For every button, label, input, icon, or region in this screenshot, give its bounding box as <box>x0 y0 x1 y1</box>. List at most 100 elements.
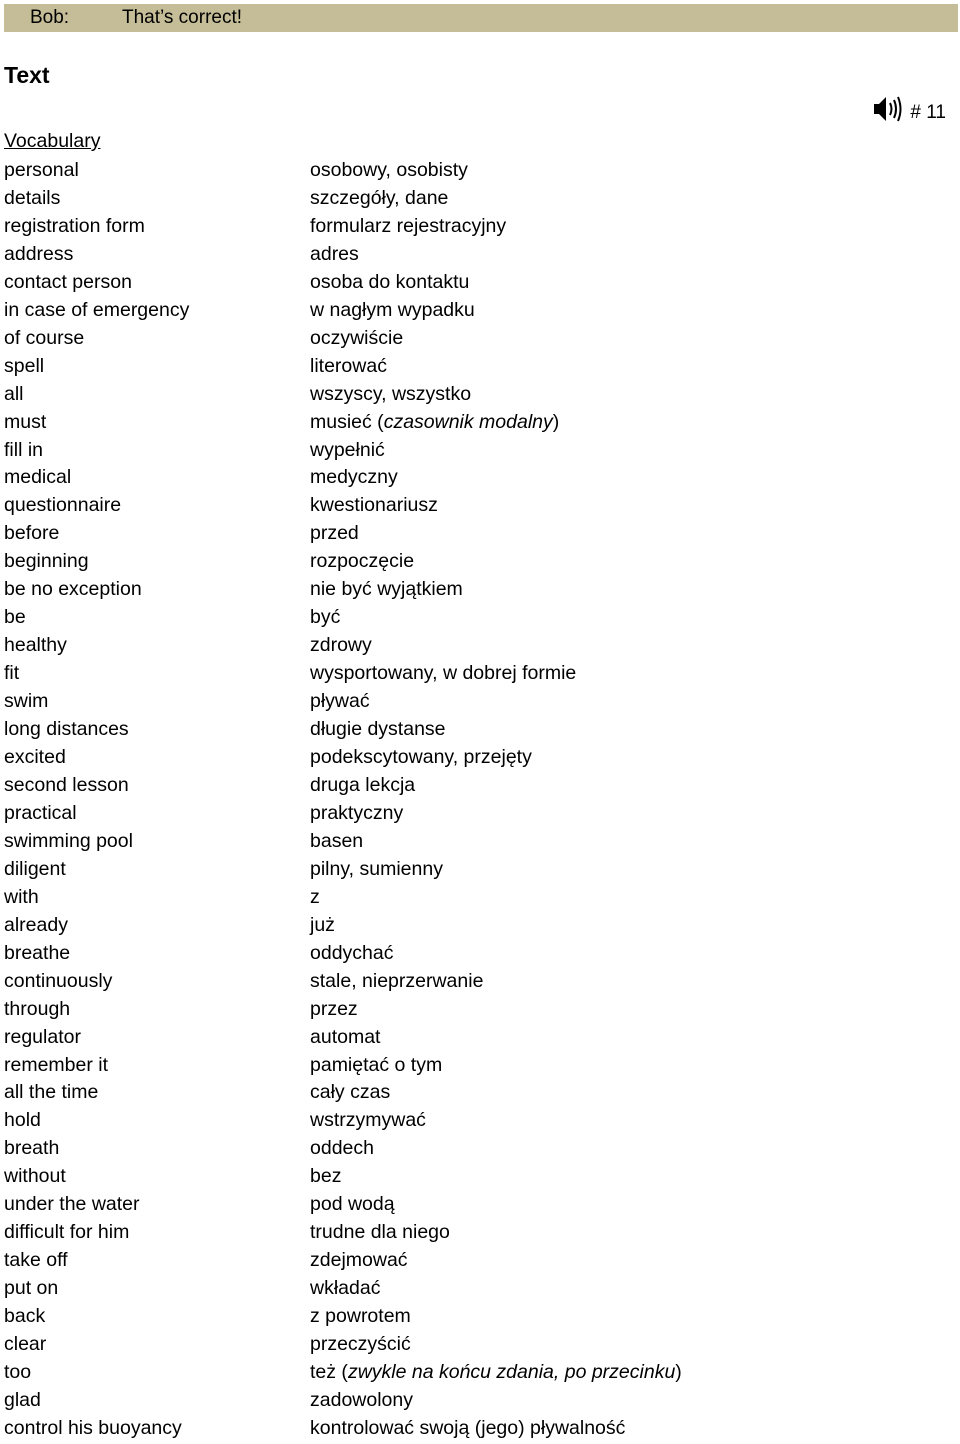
polish-translation: druga lekcja <box>310 772 415 800</box>
track-number: # 11 <box>910 102 946 123</box>
polish-translation: długie dystanse <box>310 716 446 744</box>
translation-text: szczegóły, dane <box>310 186 449 209</box>
translation-text: rozpoczęcie <box>310 550 415 573</box>
translation-text: stale, nieprzerwanie <box>310 969 484 992</box>
polish-translation: rozpoczęcie <box>310 548 414 576</box>
polish-translation: pod wodą <box>310 1191 395 1219</box>
polish-translation: szczegóły, dane <box>310 185 448 213</box>
english-term: back <box>4 1305 46 1328</box>
translation-text: zadowolony <box>310 1388 413 1411</box>
translation-note: czasownik modalny <box>383 410 553 433</box>
translation-text: osoba do kontaktu <box>310 270 470 293</box>
english-term: questionnaire <box>4 494 122 517</box>
translation-text: musieć ( <box>310 410 384 433</box>
english-term: spell <box>4 354 45 377</box>
polish-translation: w nagłym wypadku <box>310 297 475 325</box>
translation-text: trudne dla niego <box>310 1221 450 1244</box>
translation-text-end: ) <box>675 1360 682 1383</box>
polish-translation: osobowy, osobisty <box>310 157 468 185</box>
english-term: in case of emergency <box>4 298 190 321</box>
english-term: breathe <box>4 941 71 964</box>
polish-translation: pamiętać o tym <box>310 1052 442 1080</box>
english-term: excited <box>4 746 66 769</box>
polish-translation: automat <box>310 1024 380 1052</box>
polish-translation: z powrotem <box>310 1303 411 1331</box>
polish-translation: wstrzymywać <box>310 1107 426 1135</box>
translation-text: wysportowany, w dobrej formie <box>310 662 577 685</box>
polish-translation: nie być wyjątkiem <box>310 576 463 604</box>
translation-text: też ( <box>310 1360 348 1383</box>
polish-translation: formularz rejestracyjny <box>310 213 506 241</box>
english-term: personal <box>4 159 79 181</box>
translation-text: medyczny <box>310 466 398 489</box>
translation-text: osobowy, osobisty <box>310 159 468 181</box>
polish-translation: z <box>310 884 320 912</box>
translation-text: praktyczny <box>310 801 404 824</box>
english-term: fill in <box>4 438 44 461</box>
translation-text: adres <box>310 242 359 265</box>
translation-text: oddech <box>310 1137 374 1160</box>
english-term: all the time <box>4 1081 99 1104</box>
english-term: details <box>4 186 61 209</box>
polish-translation: basen <box>310 828 363 856</box>
translation-text: z powrotem <box>310 1305 411 1328</box>
translation-text: pilny, sumienny <box>310 857 443 880</box>
audio-track[interactable]: # 11 <box>872 94 946 124</box>
polish-translation: medyczny <box>310 464 398 492</box>
translation-text: wstrzymywać <box>310 1109 426 1132</box>
polish-translation: pilny, sumienny <box>310 856 443 884</box>
translation-text: pamiętać o tym <box>310 1053 443 1076</box>
translation-text: literować <box>310 354 387 377</box>
english-term: already <box>4 913 68 936</box>
polish-translation: stale, nieprzerwanie <box>310 968 483 996</box>
english-term: must <box>4 410 47 433</box>
translation-text: formularz rejestracyjny <box>310 214 507 237</box>
polish-translation: cały czas <box>310 1079 390 1107</box>
polish-translation: podekscytowany, przejęty <box>310 744 532 772</box>
speaker-icon[interactable] <box>872 94 908 124</box>
english-term: put on <box>4 1277 59 1300</box>
dialog-text: That’s correct! <box>122 7 243 28</box>
polish-translation: osoba do kontaktu <box>310 269 469 297</box>
english-term: take off <box>4 1249 68 1272</box>
polish-translation: zdrowy <box>310 632 372 660</box>
english-term: fit <box>4 662 20 685</box>
polish-translation: kontrolować swoją (jego) pływalność <box>310 1415 625 1443</box>
polish-translation: trudne dla niego <box>310 1219 450 1247</box>
translation-note: zwykle na końcu zdania, po przecinku <box>347 1360 676 1383</box>
english-term: registration form <box>4 214 145 237</box>
translation-text: z <box>310 885 320 908</box>
polish-translation: już <box>310 912 335 940</box>
translation-text: przeczyścić <box>310 1333 411 1356</box>
english-term: too <box>4 1360 32 1383</box>
english-term: medical <box>4 466 72 489</box>
english-term: swim <box>4 690 49 713</box>
polish-translation: przez <box>310 996 358 1024</box>
polish-translation: bez <box>310 1163 341 1191</box>
translation-text: nie być wyjątkiem <box>310 578 463 601</box>
translation-text: oczywiście <box>310 326 404 349</box>
translation-text: w nagłym wypadku <box>310 298 475 321</box>
translation-text: kontrolować swoją (jego) pływalność <box>310 1416 626 1439</box>
translation-text: wkładać <box>310 1277 381 1300</box>
english-term: healthy <box>4 634 67 657</box>
translation-text: automat <box>310 1025 381 1048</box>
translation-text: wypełnić <box>310 438 385 461</box>
polish-translation: oddychać <box>310 940 393 968</box>
english-term: beginning <box>4 550 89 573</box>
english-term: through <box>4 997 71 1020</box>
english-term: clear <box>4 1333 47 1356</box>
translation-text: zdejmować <box>310 1249 408 1272</box>
english-term: diligent <box>4 857 66 880</box>
translation-text: pod wodą <box>310 1193 395 1216</box>
english-term: before <box>4 522 60 545</box>
translation-text: druga lekcja <box>310 773 416 796</box>
polish-translation: wkładać <box>310 1275 380 1303</box>
english-term: of course <box>4 326 85 349</box>
translation-text: być <box>310 606 341 629</box>
translation-text: pływać <box>310 690 370 713</box>
translation-text-end: ) <box>552 410 560 433</box>
translation-text: kwestionariusz <box>310 494 438 517</box>
translation-text: oddychać <box>310 941 394 964</box>
english-term: glad <box>4 1388 41 1411</box>
